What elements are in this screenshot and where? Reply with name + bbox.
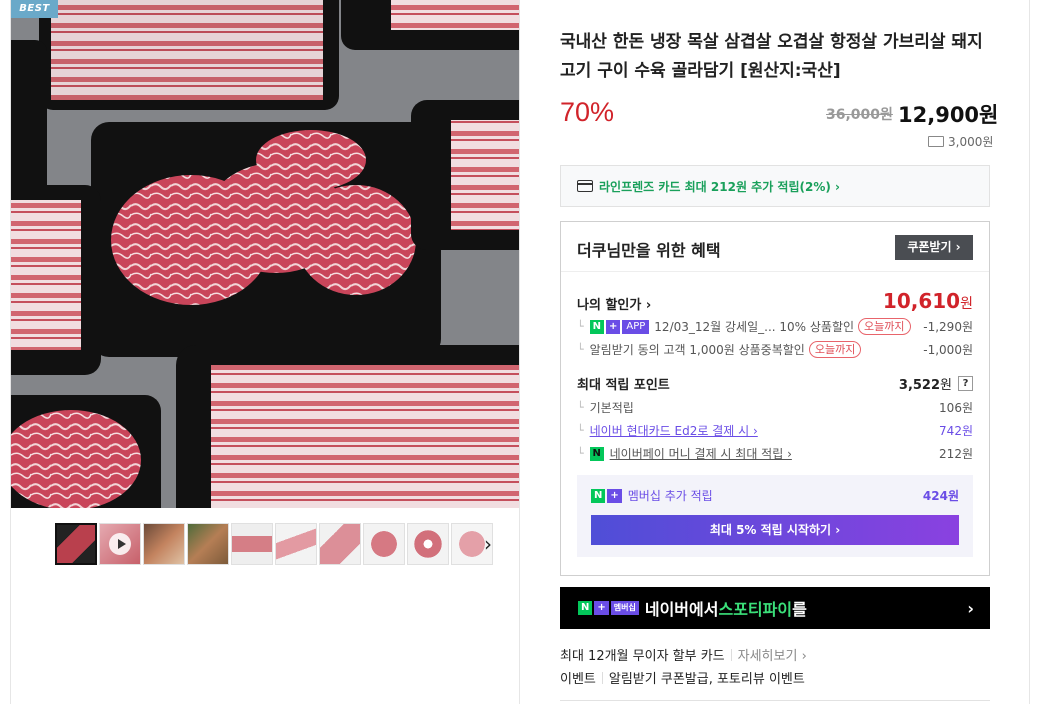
thumbnail[interactable] xyxy=(143,523,185,565)
original-price: 36,000원 xyxy=(826,107,893,123)
thumbnail-video[interactable] xyxy=(99,523,141,565)
installment-text: 최대 12개월 무이자 할부 카드 xyxy=(560,649,725,664)
discount-amount: -1,290원 xyxy=(923,320,973,334)
points-value: 3,522원 xyxy=(898,378,952,393)
events-text[interactable]: 알림받기 쿠폰발급, 포토리뷰 이벤트 xyxy=(609,668,805,687)
spotify-text-highlight: 스포티파이 xyxy=(718,600,793,619)
plus-badge: + xyxy=(606,319,621,334)
membership-box: N + 멤버십 추가 적립 424원 최대 5% 적립 시작하기 › xyxy=(577,475,973,557)
thumbnail-strip xyxy=(55,523,493,565)
point-row: └ 네이버 현대카드 Ed2로 결제 시 › 742원 xyxy=(577,422,973,439)
thumbnail[interactable] xyxy=(55,523,97,565)
main-product-image[interactable] xyxy=(11,0,519,508)
spotify-banner[interactable]: N + 멤버십 네이버에서 스포티파이 를 › xyxy=(560,587,990,629)
events-row: 이벤트 알림받기 쿠폰발급, 포토리뷰 이벤트 xyxy=(560,668,805,687)
spotify-text-prefix: 네이버에서 xyxy=(644,600,719,619)
play-icon xyxy=(109,533,131,555)
discount-amount: -1,000원 xyxy=(923,343,973,357)
today-only-tag: 오늘까지 xyxy=(808,341,862,358)
card-promo-text: 라인프렌즈 카드 최대 212원 추가 적립(2%) › xyxy=(599,179,840,194)
point-row: └ 기본적립 106원 xyxy=(577,401,973,415)
thumbnail[interactable] xyxy=(319,523,361,565)
events-label: 이벤트 xyxy=(560,672,596,687)
credit-card-icon xyxy=(577,180,593,192)
shipping-fee: 3,000원 xyxy=(928,133,993,150)
plus-badge: + xyxy=(607,488,622,503)
point-label: 기본적립 xyxy=(589,401,634,415)
discount-text: 알림받기 동의 고객 1,000원 상품중복할인 xyxy=(589,343,805,357)
discount-row: └ N + APP 12/03_12월 강세일_... 10% 상품할인 오늘까지 … xyxy=(577,318,973,335)
naver-n-badge: N xyxy=(591,488,606,503)
column-divider xyxy=(519,0,520,704)
thumbnail[interactable] xyxy=(407,523,449,565)
card-promo-banner[interactable]: 라인프렌즈 카드 최대 212원 추가 적립(2%) › xyxy=(560,165,990,207)
installment-row: 최대 12개월 무이자 할부 카드 자세히보기 › xyxy=(560,645,807,664)
divider xyxy=(561,271,989,272)
sale-price: 12,900원 xyxy=(898,103,999,127)
benefit-panel: 더쿠님만을 위한 혜택 쿠폰받기 › 나의 할인가 › 10,610원 └ N +… xyxy=(560,221,990,576)
point-value: 106원 xyxy=(939,401,973,415)
discount-rate: 70% xyxy=(560,97,615,127)
my-price-link[interactable]: 나의 할인가 › xyxy=(577,294,651,313)
points-row: 최대 적립 포인트 3,522원 ? xyxy=(577,374,973,393)
app-badge: APP xyxy=(622,319,650,334)
product-title: 국내산 한돈 냉장 목살 삼겹살 오겹살 항정살 가브리살 돼지 고기 구이 수… xyxy=(560,32,983,81)
today-only-tag: 오늘까지 xyxy=(858,318,911,335)
frame-right-border xyxy=(1029,0,1030,704)
spotify-text-suffix: 를 xyxy=(792,600,807,619)
naverpay-icon: N xyxy=(589,446,604,461)
my-price-value: 10,610원 xyxy=(882,289,973,313)
membership-value: 424원 xyxy=(922,489,959,503)
truck-icon xyxy=(928,136,944,147)
thumbnail[interactable] xyxy=(231,523,273,565)
thumbnail[interactable] xyxy=(275,523,317,565)
membership-label: 멤버십 추가 적립 xyxy=(627,489,713,503)
points-label: 최대 적립 포인트 xyxy=(577,378,670,393)
chevron-right-icon: › xyxy=(967,598,974,618)
thumbnail[interactable] xyxy=(363,523,405,565)
point-row: └ N 네이버페이 머니 결제 시 최대 적립 › 212원 xyxy=(577,445,973,462)
details-link[interactable]: 자세히보기 › xyxy=(738,645,807,664)
point-value: 212원 xyxy=(939,447,973,461)
hyundai-card-link[interactable]: 네이버 현대카드 Ed2로 결제 시 › xyxy=(590,422,758,439)
coupon-button[interactable]: 쿠폰받기 › xyxy=(895,235,973,260)
membership-start-button[interactable]: 최대 5% 적립 시작하기 › xyxy=(591,515,959,545)
shipping-fee-value: 3,000원 xyxy=(948,135,994,149)
naver-plus-membership-badge: N + 멤버십 xyxy=(578,601,639,615)
benefit-heading: 더쿠님만을 위한 혜택 xyxy=(577,241,721,260)
divider xyxy=(560,700,990,701)
discount-text: 12/03_12월 강세일_... 10% 상품할인 xyxy=(654,320,855,334)
naver-n-badge: N xyxy=(589,319,604,334)
naverpay-link[interactable]: 네이버페이 머니 결제 시 최대 적립 › xyxy=(610,445,792,462)
discount-row: └ 알림받기 동의 고객 1,000원 상품중복할인 오늘까지 -1,000원 xyxy=(577,341,973,358)
best-badge: BEST xyxy=(11,0,58,18)
thumbnail-next-button[interactable]: › xyxy=(484,532,492,556)
point-value: 742원 xyxy=(939,424,973,438)
thumbnail[interactable] xyxy=(187,523,229,565)
membership-title: N + 멤버십 추가 적립 xyxy=(591,487,713,504)
help-icon[interactable]: ? xyxy=(958,376,973,391)
